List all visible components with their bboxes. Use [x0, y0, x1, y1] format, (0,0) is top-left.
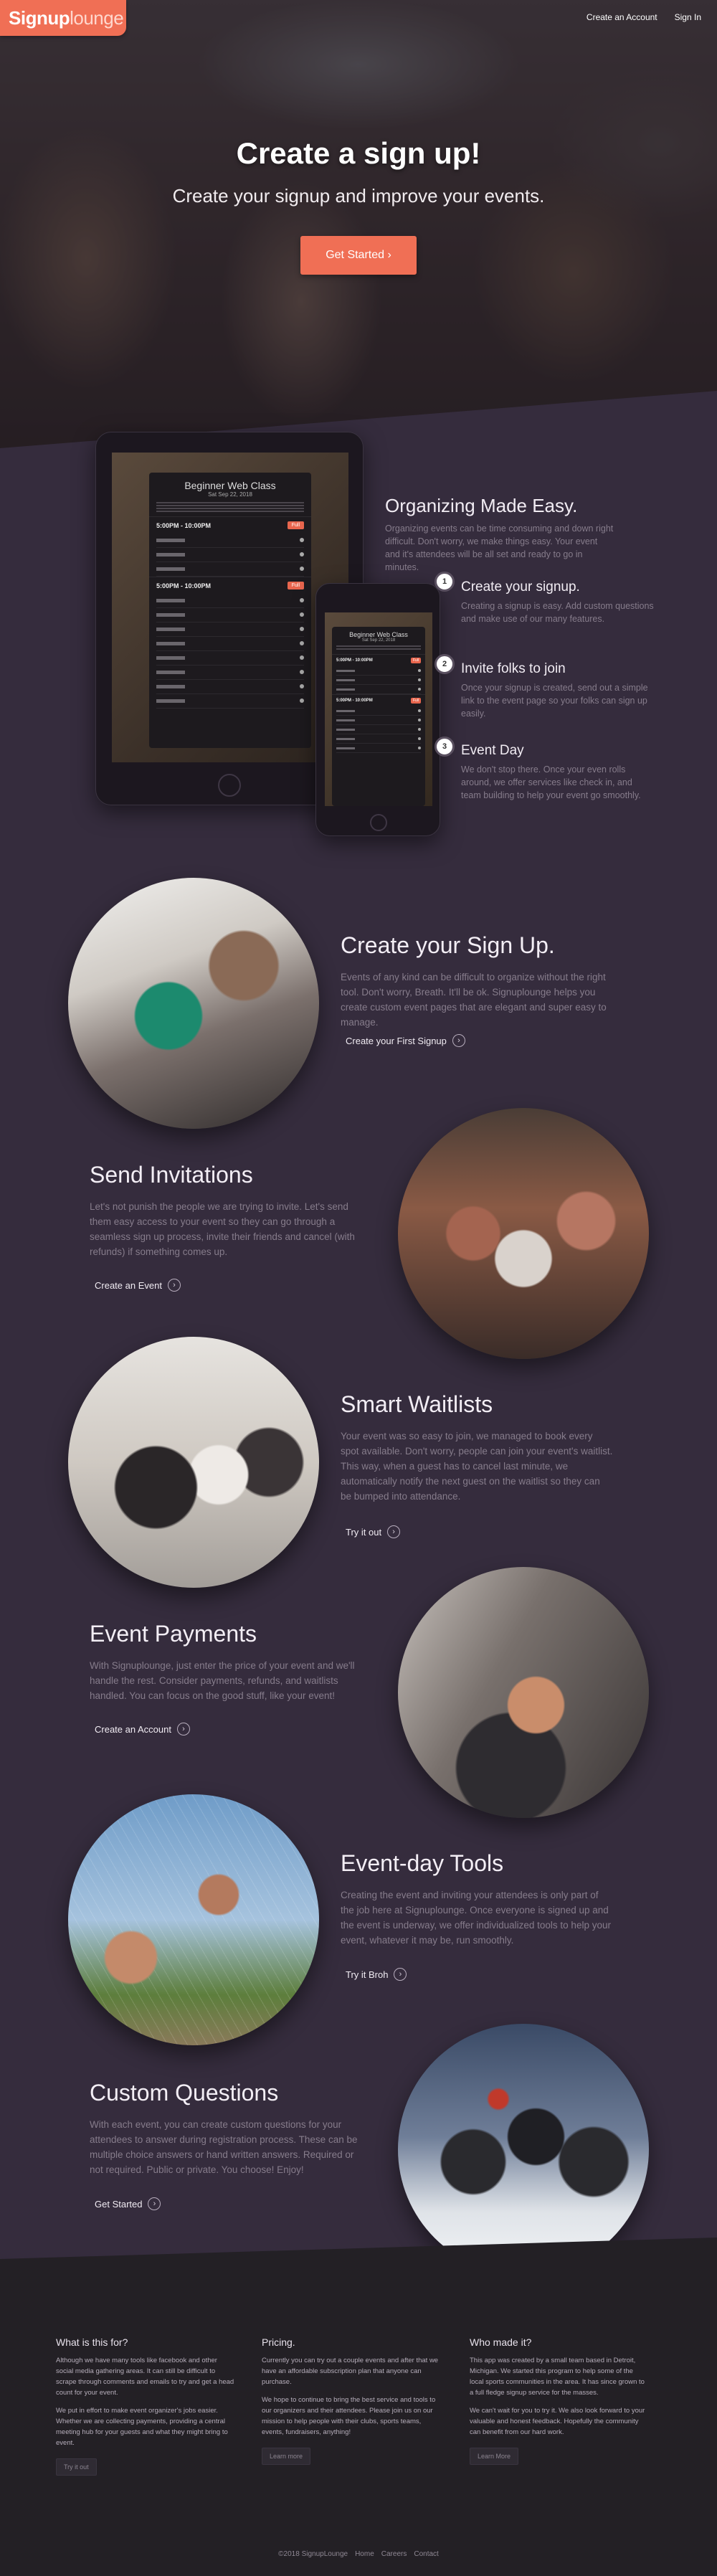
feature-title: Send Invitations — [90, 1162, 253, 1188]
nav-sign-in[interactable]: Sign In — [675, 12, 701, 22]
footer-heading: Who made it? — [470, 2336, 532, 2348]
try-it-out-link[interactable]: Try it out › — [346, 1525, 401, 1538]
step-title: Invite folks to join — [461, 661, 566, 676]
organizing-title: Organizing Made Easy. — [385, 495, 578, 516]
step-number-2: 2 — [435, 654, 455, 674]
logo-light-text: lounge — [70, 6, 124, 29]
hero-section: Create a sign up! Create your signup and… — [0, 0, 717, 448]
feature-title: Custom Questions — [90, 2080, 279, 2106]
chevron-right-icon: › — [167, 1279, 181, 1292]
top-nav: Create an Account Sign In — [587, 12, 701, 22]
get-started-link[interactable]: Get Started › — [95, 2197, 161, 2210]
phone-mockup: Beginner Web Class Sat Sep 22, 2018 5:00… — [315, 583, 440, 836]
feature-description: With each event, you can create custom q… — [90, 2119, 358, 2175]
page: Create a sign up! Create your signup and… — [0, 0, 717, 2576]
feature-photo-crowd — [398, 1108, 649, 1359]
phone-home-button — [370, 814, 387, 831]
footer-learn-more-button-2[interactable]: Learn More — [470, 2448, 519, 2465]
step-description: We don't stop there. Once your even roll… — [461, 764, 641, 800]
chevron-right-icon: › — [387, 1525, 401, 1538]
copyright: ©2018 SignupLounge — [278, 2550, 348, 2558]
feature-photo-laptop — [398, 1567, 649, 1818]
hero-subtitle: Create your signup and improve your even… — [172, 185, 545, 207]
preview-event-title: Beginner Web Class — [184, 480, 276, 491]
step-event-day: Event Day We don't stop there. Once your… — [461, 743, 655, 802]
feature-description: Let's not punish the people we are tryin… — [90, 1201, 355, 1257]
feature-photo-volunteers — [68, 878, 319, 1129]
feature-title: Event Payments — [90, 1621, 257, 1647]
step-description: Creating a signup is easy. Add custom qu… — [461, 601, 654, 624]
footer-try-it-out-button[interactable]: Try it out — [56, 2458, 97, 2476]
get-started-button[interactable]: Get Started › — [300, 236, 417, 275]
feature-photo-snowmobilers — [398, 2024, 649, 2275]
try-it-broh-link[interactable]: Try it Broh › — [346, 1968, 407, 1981]
step-title: Create your signup. — [461, 579, 580, 595]
footer-col-who-made-it: Who made it? This app was created by a s… — [470, 2336, 649, 2465]
chevron-right-icon: › — [176, 1723, 190, 1736]
step-create-signup: Create your signup. Creating a signup is… — [461, 579, 655, 625]
organizing-description: Organizing events can be time consuming … — [385, 524, 614, 572]
feature-description: Events of any kind can be difficult to o… — [341, 972, 607, 1028]
step-number-1: 1 — [435, 572, 455, 592]
signup-preview-panel-mobile: Beginner Web Class Sat Sep 22, 2018 5:00… — [332, 627, 425, 806]
create-account-link[interactable]: Create an Account › — [95, 1723, 190, 1736]
footer-heading: What is this for? — [56, 2336, 128, 2348]
feature-photo-women — [68, 1337, 319, 1588]
preview-slot: 5:00PM - 10:00PM Full — [149, 577, 311, 594]
logo-bold-text: Signup — [9, 6, 70, 29]
create-event-link[interactable]: Create an Event › — [95, 1279, 181, 1292]
feature-description: Creating the event and inviting your att… — [341, 1890, 611, 1946]
tablet-home-button — [218, 774, 241, 797]
feature-title: Smart Waitlists — [341, 1391, 493, 1417]
signup-preview-panel: Beginner Web Class Sat Sep 22, 2018 5:00… — [149, 473, 311, 748]
hero-title: Create a sign up! — [236, 136, 481, 170]
nav-create-account[interactable]: Create an Account — [587, 12, 657, 22]
chevron-right-icon: › — [394, 1968, 407, 1981]
chevron-right-icon: › — [148, 2197, 161, 2210]
chevron-right-icon: › — [452, 1034, 465, 1047]
footer-link-home[interactable]: Home — [355, 2550, 374, 2558]
create-first-signup-link[interactable]: Create your First Signup › — [346, 1034, 465, 1047]
preview-event-date: Sat Sep 22, 2018 — [208, 491, 252, 498]
footer-link-careers[interactable]: Careers — [381, 2550, 407, 2558]
feature-description: With Signuplounge, just enter the price … — [90, 1660, 355, 1701]
footer-bottom-bar: ©2018 SignupLounge Home Careers Contact — [0, 2550, 717, 2558]
step-title: Event Day — [461, 743, 524, 758]
footer-col-about: What is this for? Although we have many … — [56, 2336, 235, 2476]
feature-title: Create your Sign Up. — [341, 932, 555, 958]
step-description: Once your signup is created, send out a … — [461, 683, 648, 719]
step-number-3: 3 — [435, 737, 455, 757]
feature-photo-volleyball — [68, 1794, 319, 2045]
footer-col-pricing: Pricing. Currently you can try out a cou… — [262, 2336, 441, 2465]
feature-title: Event-day Tools — [341, 1850, 504, 1876]
logo[interactable]: Signup lounge — [0, 0, 126, 36]
preview-slot: 5:00PM - 10:00PM Full — [149, 516, 311, 534]
feature-description: Your event was so easy to join, we manag… — [341, 1431, 613, 1502]
step-invite-folks: Invite folks to join Once your signup is… — [461, 661, 655, 720]
footer-heading: Pricing. — [262, 2336, 295, 2348]
footer-link-contact[interactable]: Contact — [414, 2550, 438, 2558]
footer-learn-more-button[interactable]: Learn more — [262, 2448, 311, 2465]
